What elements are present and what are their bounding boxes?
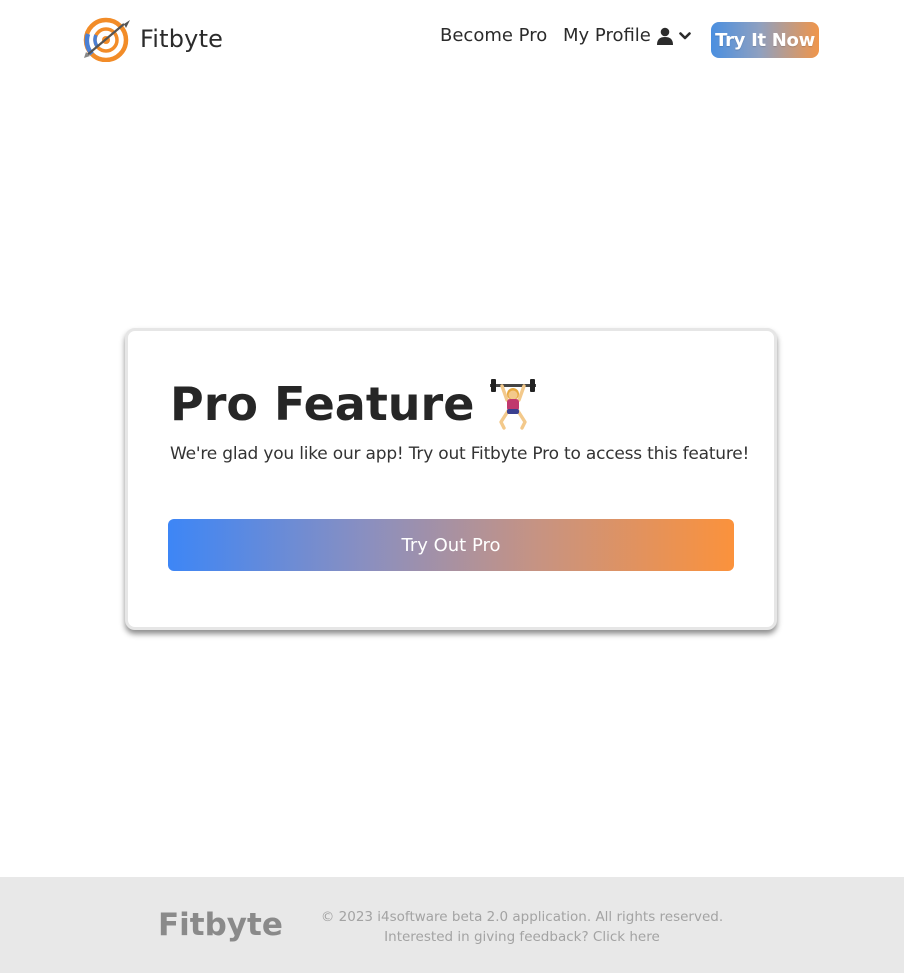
card-title-text: Pro Feature: [170, 377, 475, 431]
top-navbar: Fitbyte Become Pro My Profile Try It Now: [0, 0, 904, 80]
nav-become-pro[interactable]: Become Pro: [440, 25, 547, 46]
user-icon: [656, 27, 673, 45]
card-title: Pro Feature: [170, 377, 538, 431]
footer-copyright-text: © 2023 i4software beta 2.0 application. …: [320, 909, 724, 925]
brand-home-link[interactable]: Fitbyte: [82, 16, 223, 62]
target-arrow-logo-icon: [83, 17, 130, 62]
try-out-pro-button[interactable]: Try Out Pro: [168, 519, 734, 571]
feedback-link[interactable]: Click here: [593, 929, 660, 945]
nav-become-pro-label: Become Pro: [440, 25, 548, 46]
chevron-down-icon: [679, 31, 691, 39]
brand-name: Fitbyte: [140, 25, 224, 53]
footer-copyright: © 2023 i4software beta 2.0 application. …: [310, 907, 734, 947]
page: Fitbyte Become Pro My Profile Try It Now…: [0, 0, 904, 973]
footer-brand-name: Fitbyte: [158, 907, 283, 943]
try-it-now-button[interactable]: Try It Now: [711, 22, 819, 58]
card-message: We're glad you like our app! Try out Fit…: [170, 444, 750, 464]
pro-feature-card: Pro Feature We're glad you like our app!…: [125, 328, 777, 630]
footer-feedback-line: Interested in giving feedback? Click her…: [310, 927, 734, 947]
weightlifter-emoji: [490, 379, 537, 430]
nav-my-profile-label: My Profile: [563, 25, 651, 46]
footer-feedback-prefix: Interested in giving feedback?: [384, 929, 593, 945]
nav-my-profile-dropdown[interactable]: My Profile: [563, 25, 691, 46]
footer: Fitbyte © 2023 i4software beta 2.0 appli…: [0, 877, 904, 973]
